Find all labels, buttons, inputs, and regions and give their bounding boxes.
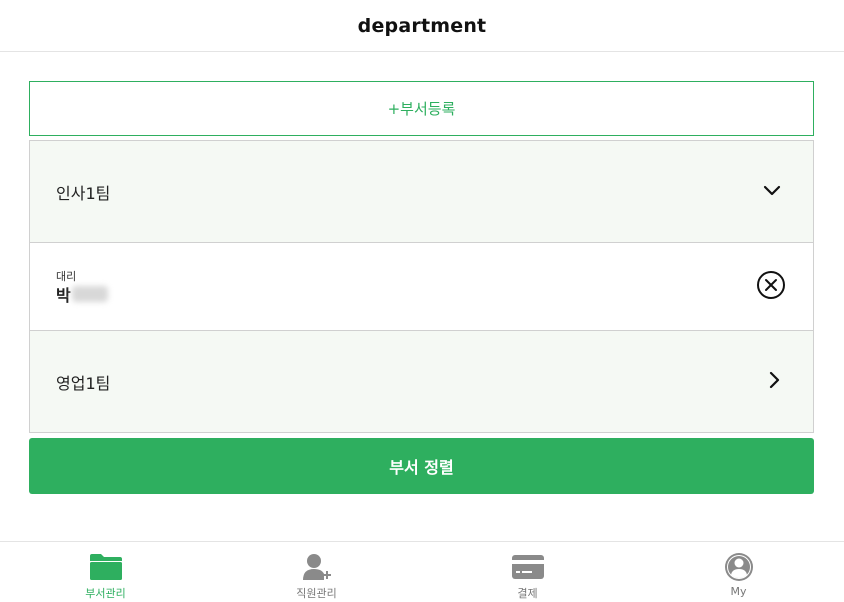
nav-label: My — [730, 585, 747, 598]
main-content: +부서등록 인사1팀 대리 박 영업1팀 부서 정렬 — [29, 81, 814, 494]
nav-label: 결제 — [517, 587, 538, 600]
bottom-nav: 부서관리 직원관리 결제 My — [0, 541, 844, 602]
nav-label: 부서관리 — [85, 587, 126, 600]
department-name: 인사1팀 — [56, 183, 111, 203]
profile-icon — [724, 552, 754, 582]
close-circle-icon — [756, 270, 786, 304]
department-list: 인사1팀 대리 박 영업1팀 — [29, 140, 814, 433]
add-department-button[interactable]: +부서등록 — [29, 81, 814, 136]
chevron-down-icon[interactable] — [763, 182, 781, 201]
member-name-wrap: 박 — [56, 284, 108, 305]
sort-departments-button[interactable]: 부서 정렬 — [29, 438, 814, 494]
app-header: department — [0, 0, 844, 52]
member-info: 대리 박 — [56, 270, 108, 305]
member-name-redacted — [71, 285, 108, 302]
nav-item-payment[interactable]: 결제 — [422, 542, 633, 602]
person-add-icon — [302, 552, 332, 582]
app-root: department +부서등록 인사1팀 대리 박 영업1팀 부서 정렬 부서… — [0, 0, 844, 602]
department-row-sales1[interactable]: 영업1팀 — [30, 331, 813, 432]
folder-icon — [89, 552, 123, 582]
nav-item-employees[interactable]: 직원관리 — [211, 542, 422, 602]
nav-label: 직원관리 — [296, 587, 337, 600]
page-title: department — [357, 14, 487, 37]
nav-item-my[interactable]: My — [633, 542, 844, 602]
member-name: 박 — [56, 285, 71, 305]
remove-member-button[interactable] — [755, 270, 787, 304]
chevron-right-icon[interactable] — [769, 371, 781, 393]
department-row-hr1[interactable]: 인사1팀 — [30, 141, 813, 243]
credit-card-icon — [511, 552, 545, 582]
member-row: 대리 박 — [30, 243, 813, 331]
nav-item-departments[interactable]: 부서관리 — [0, 542, 211, 602]
department-name: 영업1팀 — [56, 373, 111, 393]
